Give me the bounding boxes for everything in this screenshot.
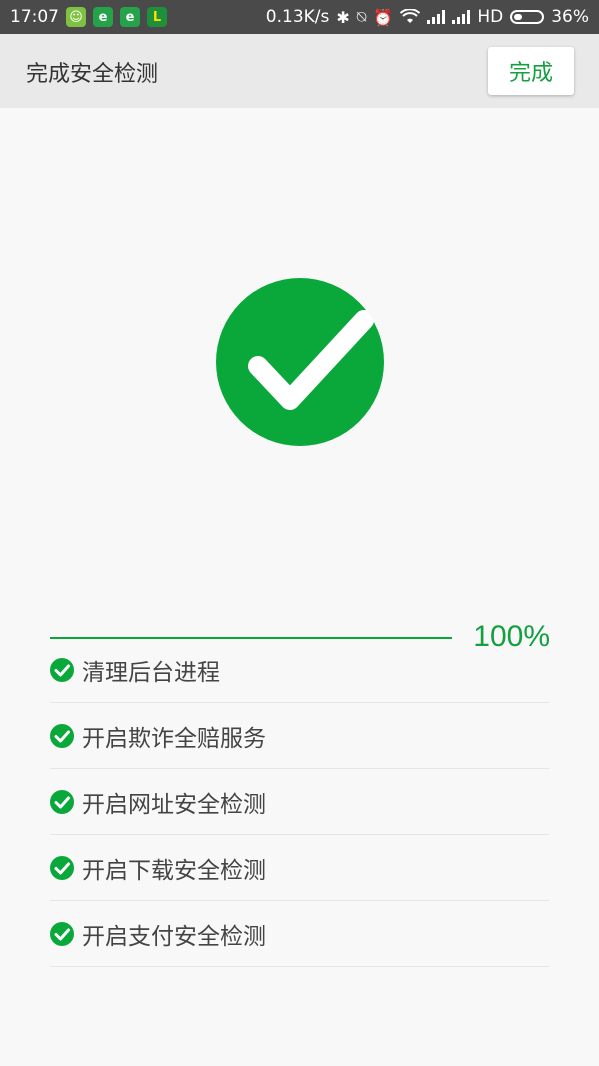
check-circle-icon xyxy=(50,921,74,946)
app-bar: 完成安全检测 完成 xyxy=(0,34,599,108)
wifi-icon xyxy=(400,9,421,23)
battery-fill xyxy=(514,14,523,20)
list-item: 开启支付安全检测 xyxy=(50,901,549,967)
status-time: 17:07 xyxy=(10,7,59,27)
status-bar: 17:07 ☺ e e L 0.13K/s ✱ ⍉ ⏰ HD 36% xyxy=(0,0,599,34)
list-item: 清理后台进程 xyxy=(50,637,549,703)
list-item-label: 清理后台进程 xyxy=(82,659,220,686)
page-title: 完成安全检测 xyxy=(26,62,159,87)
bluetooth-icon: ✱ xyxy=(336,7,350,27)
list-item-label: 开启下载安全检测 xyxy=(82,857,266,884)
alarm-icon: ⏰ xyxy=(373,7,394,27)
android-icon: ☺ xyxy=(66,7,86,27)
battery-percent: 36% xyxy=(551,7,589,27)
check-circle-icon xyxy=(50,855,74,880)
status-bar-left: 17:07 ☺ e e L xyxy=(10,7,167,27)
check-circle-icon xyxy=(50,789,74,814)
list-item: 开启网址安全检测 xyxy=(50,769,549,835)
check-circle-icon xyxy=(50,723,74,748)
browser-e-icon: e xyxy=(120,7,140,27)
network-speed: 0.13K/s xyxy=(265,7,330,27)
app-l-icon: L xyxy=(147,7,167,27)
mute-icon: ⍉ xyxy=(356,7,367,26)
list-item-label: 开启欺诈全赔服务 xyxy=(82,725,266,752)
signal-icon xyxy=(427,10,446,24)
browser-e-icon: e xyxy=(93,7,113,27)
check-circle-icon xyxy=(50,657,74,682)
done-button[interactable]: 完成 xyxy=(488,47,574,95)
signal-icon xyxy=(452,10,471,24)
check-circle-icon xyxy=(216,278,384,446)
list-item-label: 开启支付安全检测 xyxy=(82,923,266,950)
list-item-label: 开启网址安全检测 xyxy=(82,791,266,818)
list-item: 开启下载安全检测 xyxy=(50,835,549,901)
check-list: 清理后台进程开启欺诈全赔服务 开启网址安全检测 开启下载安全检测 开启支付安全检测 xyxy=(50,637,549,967)
battery-icon xyxy=(510,10,545,24)
network-type: HD xyxy=(477,7,504,27)
status-bar-right: 0.13K/s ✱ ⍉ ⏰ HD 36% xyxy=(266,7,589,27)
list-item: 开启欺诈全赔服务 xyxy=(50,703,549,769)
